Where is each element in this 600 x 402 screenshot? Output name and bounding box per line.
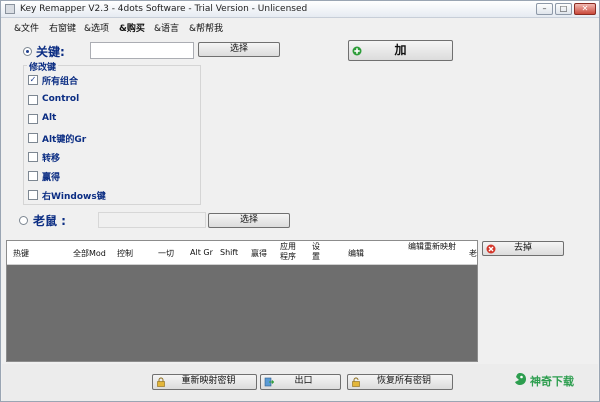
key-input[interactable] bbox=[90, 42, 194, 59]
column-header[interactable]: 编辑 bbox=[348, 248, 364, 259]
menu-help[interactable]: &帮帮我 bbox=[189, 21, 223, 34]
menu-bar: &文件 右窗键 &选项 &购买 &语言 &帮帮我 bbox=[1, 19, 599, 34]
column-header[interactable]: 设置 bbox=[312, 242, 324, 262]
checkbox-shift[interactable] bbox=[28, 152, 38, 162]
mouse-select-button[interactable]: 选择 bbox=[208, 213, 290, 228]
mouse-input[interactable] bbox=[98, 212, 206, 228]
minimize-button[interactable]: – bbox=[536, 3, 553, 15]
remove-button[interactable]: 去掉 bbox=[482, 241, 564, 256]
modifier-label: 转移 bbox=[42, 154, 61, 164]
watermark-logo-icon bbox=[515, 373, 526, 385]
column-header[interactable]: 老 bbox=[469, 248, 477, 259]
modifier-label: Alt bbox=[42, 113, 57, 123]
menu-context[interactable]: 右窗键 bbox=[49, 21, 76, 34]
remap-keys-button[interactable]: 重新映射密钥 bbox=[152, 374, 257, 390]
modifier-label: 赢得 bbox=[42, 173, 61, 183]
checkbox-alt-gr[interactable] bbox=[28, 133, 38, 143]
mappings-table[interactable]: 热键 全部Mod 控制 一切 Alt Gr Shift 赢得 应用程序 设置 编… bbox=[6, 240, 478, 362]
column-header[interactable]: 热键 bbox=[13, 248, 29, 259]
column-header[interactable]: Alt Gr bbox=[190, 248, 213, 257]
column-header[interactable]: 赢得 bbox=[251, 248, 267, 259]
modifier-label: 所有组合 bbox=[42, 77, 79, 87]
checkbox-control[interactable] bbox=[28, 95, 38, 105]
restore-all-keys-button[interactable]: 恢复所有密钥 bbox=[347, 374, 453, 390]
column-header[interactable]: 控制 bbox=[117, 248, 133, 259]
column-header[interactable]: 应用程序 bbox=[280, 242, 302, 262]
key-select-button[interactable]: 选择 bbox=[198, 42, 280, 57]
remap-keys-label: 重新映射密钥 bbox=[181, 376, 236, 386]
exit-label: 出口 bbox=[294, 376, 313, 386]
column-header[interactable]: Shift bbox=[220, 248, 238, 257]
table-header: 热键 全部Mod 控制 一切 Alt Gr Shift 赢得 应用程序 设置 编… bbox=[7, 241, 477, 265]
menu-file[interactable]: &文件 bbox=[14, 21, 39, 34]
add-icon bbox=[352, 46, 362, 56]
exit-icon bbox=[264, 377, 274, 387]
close-button[interactable]: ✕ bbox=[574, 3, 596, 15]
main-window: Key Remapper V2.3 - 4dots Software - Tri… bbox=[0, 0, 600, 402]
window-title: Key Remapper V2.3 - 4dots Software - Tri… bbox=[20, 4, 308, 14]
remove-icon bbox=[486, 244, 496, 254]
column-header[interactable]: 编辑重新映射 bbox=[408, 242, 460, 252]
watermark-text: 神奇下载 bbox=[530, 375, 574, 388]
column-header[interactable]: 一切 bbox=[158, 248, 174, 259]
menu-options[interactable]: &选项 bbox=[84, 21, 109, 34]
checkbox-win[interactable] bbox=[28, 171, 38, 181]
remove-button-label: 去掉 bbox=[513, 243, 532, 253]
menu-language[interactable]: &语言 bbox=[154, 21, 179, 34]
exit-button[interactable]: 出口 bbox=[260, 374, 341, 390]
mouse-radio[interactable] bbox=[19, 216, 28, 225]
key-label: 关键: bbox=[36, 45, 65, 59]
checkbox-alt[interactable] bbox=[28, 114, 38, 124]
app-icon bbox=[5, 4, 15, 14]
add-button-label: 加 bbox=[394, 43, 407, 57]
modifier-label: Control bbox=[42, 94, 80, 104]
checkbox-right-win[interactable] bbox=[28, 190, 38, 200]
modifier-label: Alt键的Gr bbox=[42, 135, 87, 145]
maximize-button[interactable]: □ bbox=[555, 3, 572, 15]
mouse-label: 老鼠 : bbox=[33, 214, 66, 228]
checkbox-all-combinations[interactable]: ✓ bbox=[28, 75, 38, 85]
add-button[interactable]: 加 bbox=[348, 40, 453, 61]
title-bar: Key Remapper V2.3 - 4dots Software - Tri… bbox=[1, 1, 599, 18]
unlock-icon bbox=[352, 377, 360, 387]
menu-buy[interactable]: &购买 bbox=[119, 21, 145, 34]
column-header[interactable]: 全部Mod bbox=[73, 248, 106, 259]
key-radio[interactable] bbox=[23, 47, 32, 56]
lock-icon bbox=[157, 377, 165, 387]
modifiers-title: 修改键 bbox=[27, 60, 59, 73]
modifier-label: 右Windows键 bbox=[42, 192, 106, 202]
restore-all-keys-label: 恢复所有密钥 bbox=[376, 376, 431, 386]
